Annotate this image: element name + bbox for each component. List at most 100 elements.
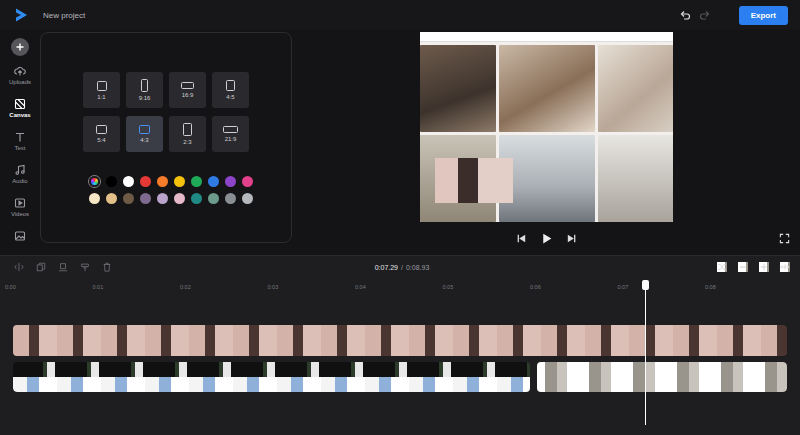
playhead-handle[interactable] [642,280,649,290]
color-swatch[interactable] [242,193,253,204]
color-swatch[interactable] [106,193,117,204]
upload-icon [14,65,26,77]
aspect-ratio-option[interactable]: 1:1 [83,72,120,108]
layers-icon[interactable] [80,262,90,272]
zoom-out-icon[interactable] [738,262,748,272]
canvas-panel: 1:1 9:16 16:9 4:5 5:4 4:3 2:3 21:9 [40,32,292,243]
color-swatch[interactable] [191,193,202,204]
color-swatch[interactable] [157,176,168,187]
video-clip[interactable] [537,362,787,392]
sidebar-item[interactable] [14,230,26,255]
timeline-toolbar: 0:07.29/0:08.93 [0,256,800,278]
aspect-ratio-option[interactable]: 4:3 [126,116,163,152]
color-swatch[interactable] [242,176,253,187]
time-separator: / [401,264,403,271]
ratio-label: 1:1 [97,94,105,100]
ratio-shape-icon [226,80,235,91]
current-time: 0:07.29 [375,264,398,271]
image-icon [14,230,26,242]
plus-icon [15,42,25,52]
duplicate-icon[interactable] [36,262,46,272]
color-swatch[interactable] [225,176,236,187]
sidebar: Uploads Canvas Text Audio Videos [0,30,40,255]
ratio-shape-icon [96,125,107,134]
playback-controls [292,232,800,245]
ruler-tick: 0:06 [530,284,618,296]
text-icon [14,131,26,143]
color-swatches [89,176,291,204]
align-icon[interactable] [58,262,68,272]
sidebar-label: Audio [12,178,27,184]
ruler-tick: 0:05 [443,284,531,296]
preview-area [292,30,800,255]
color-swatch[interactable] [157,193,168,204]
fullscreen-icon[interactable] [779,233,790,244]
sidebar-label: Text [14,145,25,151]
aspect-ratio-option[interactable]: 9:16 [126,72,163,108]
fit-icon[interactable] [717,262,727,272]
ratio-shape-icon [223,126,238,133]
ratio-label: 9:16 [139,95,151,101]
color-picker[interactable] [89,176,100,187]
color-swatch[interactable] [208,176,219,187]
color-swatch[interactable] [89,193,100,204]
color-swatch[interactable] [174,176,185,187]
color-swatch[interactable] [140,193,151,204]
color-swatch[interactable] [140,176,151,187]
video-frame [420,32,673,222]
aspect-ratio-option[interactable]: 5:4 [83,116,120,152]
sidebar-label: Uploads [9,79,31,85]
play-icon[interactable] [540,232,553,245]
time-ruler: 0:000:010:020:030:040:050:060:070:08 [0,284,800,296]
sidebar-item[interactable]: Text [14,131,26,164]
aspect-ratio-option[interactable]: 2:3 [169,116,206,152]
expand-icon[interactable] [780,262,790,272]
zoom-in-icon[interactable] [759,262,769,272]
aspect-ratio-option[interactable]: 4:5 [212,72,249,108]
ratio-shape-icon [97,81,107,91]
add-button[interactable] [11,38,29,56]
ratio-label: 4:3 [140,137,148,143]
color-swatch[interactable] [225,193,236,204]
sidebar-item[interactable]: Videos [11,197,29,230]
color-swatch[interactable] [208,193,219,204]
color-swatch[interactable] [106,176,117,187]
sidebar-item[interactable]: Canvas [9,98,30,131]
skip-back-icon[interactable] [516,233,527,244]
split-icon[interactable] [14,262,24,272]
undo-icon[interactable] [679,9,691,21]
sidebar-label: Canvas [9,112,30,118]
ratio-shape-icon [141,79,149,92]
delete-icon[interactable] [102,262,112,272]
aspect-ratio-option[interactable]: 16:9 [169,72,206,108]
video-clip[interactable] [13,325,787,356]
ruler-tick: 0:03 [268,284,356,296]
color-swatch[interactable] [123,176,134,187]
aspect-ratio-option[interactable]: 21:9 [212,116,249,152]
music-icon [14,164,26,176]
ratio-label: 16:9 [182,92,194,98]
color-swatch[interactable] [123,193,134,204]
playhead[interactable] [645,280,646,425]
ruler-tick: 0:07 [618,284,706,296]
sidebar-item[interactable]: Audio [12,164,27,197]
ratio-shape-icon [183,123,191,135]
logo-icon[interactable] [13,7,29,23]
color-swatch[interactable] [191,176,202,187]
ruler-tick: 0:02 [180,284,268,296]
video-clip[interactable] [13,362,530,392]
ratio-shape-icon [139,125,151,134]
skip-forward-icon[interactable] [566,233,577,244]
project-title[interactable]: New project [43,11,85,20]
video-editor: New project Export Uploads Canvas Text Audio V… [0,0,800,435]
ruler-tick: 0:08 [705,284,793,296]
time-display: 0:07.29/0:08.93 [375,264,430,271]
color-swatch[interactable] [174,193,185,204]
export-button[interactable]: Export [739,6,788,25]
redo-icon[interactable] [699,9,711,21]
total-time: 0:08.93 [406,264,429,271]
sidebar-item[interactable]: Uploads [9,65,31,98]
ratio-label: 2:3 [183,139,191,145]
video-icon [14,197,26,209]
ratio-label: 4:5 [226,94,234,100]
